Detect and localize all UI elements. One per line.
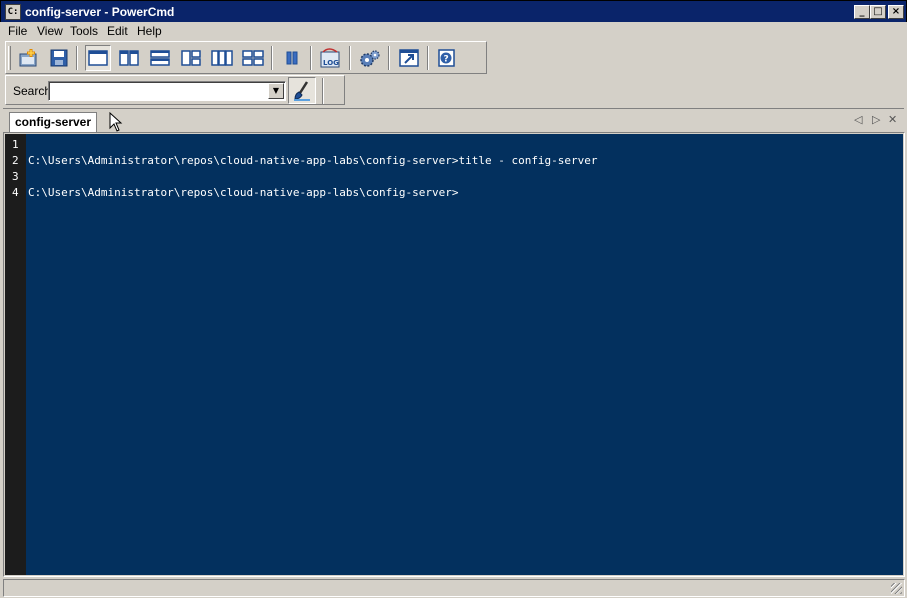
search-label: Search	[13, 84, 52, 98]
toolbar-separator	[322, 78, 324, 104]
console-frame: 1 2 3 4 C:\Users\Administrator\repos\clo…	[3, 132, 905, 577]
main-toolbar: LOG ?	[5, 41, 487, 74]
chevron-down-icon: ▼	[272, 86, 280, 95]
toolbar-separator	[271, 46, 273, 70]
console-line: C:\Users\Administrator\repos\cloud-nativ…	[28, 186, 459, 199]
window-title: config-server - PowerCmd	[25, 5, 175, 19]
new-console-button[interactable]	[16, 45, 42, 71]
app-icon[interactable]: C:	[5, 4, 21, 20]
line-number-gutter: 1 2 3 4	[5, 134, 26, 575]
layout-four-grid-icon	[242, 50, 264, 66]
layout-three-columns-icon	[211, 50, 233, 66]
layout-two-columns-icon	[119, 50, 139, 66]
menu-file[interactable]: File	[8, 24, 27, 38]
toolbar-separator	[76, 46, 78, 70]
svg-text:?: ?	[444, 55, 449, 65]
tab-close-icon[interactable]: ✕	[888, 113, 897, 126]
tab-prev-icon[interactable]: ◁	[854, 113, 862, 126]
layout-left-split-icon	[181, 50, 201, 66]
close-button[interactable]: ×	[888, 5, 904, 19]
line-number: 4	[12, 186, 19, 199]
tab-next-icon[interactable]: ▷	[872, 113, 880, 126]
search-input[interactable]	[51, 84, 267, 98]
new-console-icon	[19, 49, 37, 67]
line-number: 2	[12, 154, 19, 167]
log-icon: LOG	[320, 48, 340, 68]
menu-bar: File View Tools Edit Help	[0, 22, 907, 40]
layout-three-columns-button[interactable]	[209, 45, 235, 71]
search-toolbar: Search ▼	[5, 75, 345, 105]
svg-text:LOG: LOG	[323, 59, 339, 67]
maximize-button[interactable]: □	[870, 5, 886, 19]
status-bar	[3, 579, 905, 597]
mouse-cursor-icon	[109, 112, 123, 132]
console-output[interactable]: C:\Users\Administrator\repos\cloud-nativ…	[26, 134, 903, 575]
menu-view[interactable]: View	[37, 24, 63, 38]
pause-icon	[286, 51, 298, 65]
pause-button[interactable]	[279, 45, 305, 71]
log-button[interactable]: LOG	[318, 45, 344, 71]
console-line: C:\Users\Administrator\repos\cloud-nativ…	[28, 154, 598, 167]
toolbar-separator	[310, 46, 312, 70]
layout-two-rows-button[interactable]	[147, 45, 173, 71]
save-icon	[50, 49, 68, 67]
brush-icon	[294, 80, 310, 101]
line-number: 3	[12, 170, 19, 183]
settings-button[interactable]	[357, 45, 383, 71]
layout-two-rows-icon	[150, 50, 170, 66]
tab-config-server[interactable]: config-server	[9, 112, 97, 133]
resize-grip-icon[interactable]	[891, 583, 902, 594]
menu-edit[interactable]: Edit	[107, 24, 128, 38]
layout-left-split-button[interactable]	[178, 45, 204, 71]
toolbar-separator	[349, 46, 351, 70]
search-dropdown-button[interactable]: ▼	[268, 83, 284, 99]
minimize-button[interactable]: _	[854, 5, 870, 19]
toolbar-separator	[427, 46, 429, 70]
line-number: 1	[12, 138, 19, 151]
menu-tools[interactable]: Tools	[70, 24, 98, 38]
menu-help[interactable]: Help	[137, 24, 162, 38]
help-button[interactable]: ?	[434, 45, 460, 71]
settings-gears-icon	[360, 50, 380, 67]
search-combobox[interactable]: ▼	[48, 81, 286, 101]
layout-single-icon	[88, 50, 108, 66]
title-bar[interactable]: C: config-server - PowerCmd _ □ ×	[0, 0, 907, 22]
layout-single-button[interactable]	[85, 45, 111, 71]
help-icon: ?	[438, 49, 455, 67]
layout-four-grid-button[interactable]	[240, 45, 266, 71]
toolbar-grip[interactable]	[8, 46, 11, 70]
tab-strip: config-server ◁ ▷ ✕	[3, 108, 904, 133]
external-window-button[interactable]	[396, 45, 422, 71]
highlight-button[interactable]	[288, 77, 316, 104]
save-button[interactable]	[46, 45, 72, 71]
toolbar-separator	[388, 46, 390, 70]
layout-two-columns-button[interactable]	[116, 45, 142, 71]
external-window-icon	[399, 49, 419, 67]
